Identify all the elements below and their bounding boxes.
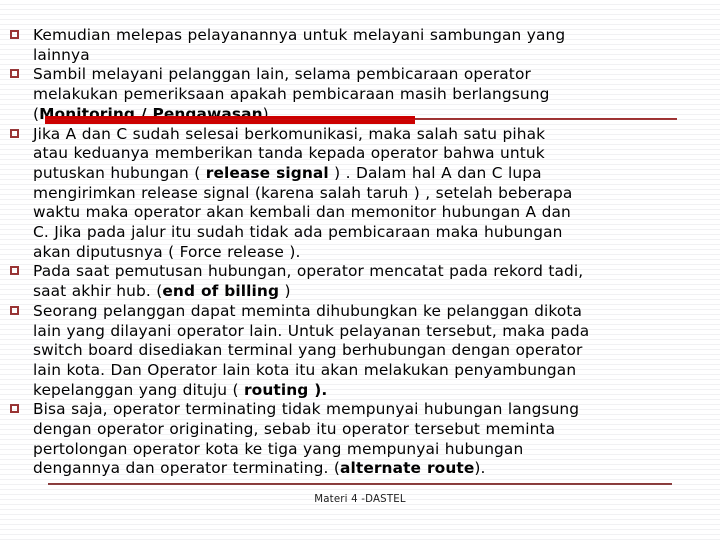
text-run: Bisa saja, operator terminating tidak me… xyxy=(33,400,580,419)
text-run: ). xyxy=(474,459,486,478)
text-run: akan diputusnya ( Force release ). xyxy=(33,242,301,261)
square-bullet-icon xyxy=(10,30,19,39)
text-run: waktu maka operator akan kembali dan mem… xyxy=(33,203,571,222)
text-line: lain yang dilayani operator lain. Untuk … xyxy=(33,322,710,342)
text-line: lainnya xyxy=(33,46,710,66)
list-item: Jika A dan C sudah selesai berkomunikasi… xyxy=(10,125,710,263)
text-line: Pada saat pemutusan hubungan, operator m… xyxy=(33,262,710,282)
square-bullet-icon xyxy=(10,266,19,276)
text-run: Jika A dan C sudah selesai berkomunikasi… xyxy=(33,124,546,143)
text-run: Sambil melayani pelanggan lain, selama p… xyxy=(33,65,531,84)
text-line: Seorang pelanggan dapat meminta dihubung… xyxy=(33,302,710,322)
text-line: melakukan pemeriksaan apakah pembicaraan… xyxy=(33,85,710,105)
list-item: Seorang pelanggan dapat meminta dihubung… xyxy=(10,302,710,401)
emphasis-text: end of billing xyxy=(162,282,280,301)
text-line: waktu maka operator akan kembali dan mem… xyxy=(33,203,710,223)
text-line: mengirimkan release signal (karena salah… xyxy=(33,184,710,204)
text-run: dengan operator originating, sebab itu o… xyxy=(33,420,556,439)
text-run: putuskan hubungan ( xyxy=(33,163,206,182)
text-line: Jika A dan C sudah selesai berkomunikasi… xyxy=(33,125,710,145)
footer-separator-rule xyxy=(48,483,672,485)
text-line: atau keduanya memberikan tanda kepada op… xyxy=(33,144,710,164)
text-run: mengirimkan release signal (karena salah… xyxy=(33,183,573,202)
list-item-text: Seorang pelanggan dapat meminta dihubung… xyxy=(33,302,710,401)
text-run: melakukan pemeriksaan apakah pembicaraan… xyxy=(33,85,550,104)
text-run: saat akhir hub. ( xyxy=(33,282,163,301)
emphasis-text: release signal xyxy=(205,163,329,182)
text-line: switch board disediakan terminal yang be… xyxy=(33,341,710,361)
text-run: kepelanggan yang dituju ( xyxy=(33,380,244,399)
text-run: Pada saat pemutusan hubungan, operator m… xyxy=(33,262,584,281)
text-line: dengannya dan operator terminating. (alt… xyxy=(33,459,710,479)
text-run: atau keduanya memberikan tanda kepada op… xyxy=(33,144,545,163)
text-run: dengannya dan operator terminating. ( xyxy=(33,459,341,478)
text-line: dengan operator originating, sebab itu o… xyxy=(33,420,710,440)
red-highlight-bar xyxy=(45,116,415,124)
text-run: ) xyxy=(279,282,291,301)
bullet-list: Kemudian melepas pelayanannya untuk mela… xyxy=(10,26,710,479)
text-run: lainnya xyxy=(33,45,90,64)
text-run: lain kota. Dan Operator lain kota itu ak… xyxy=(33,360,577,379)
text-run: lain yang dilayani operator lain. Untuk … xyxy=(33,321,590,340)
text-run: Seorang pelanggan dapat meminta dihubung… xyxy=(33,301,583,320)
text-line: pertolongan operator kota ke tiga yang m… xyxy=(33,440,710,460)
text-line: akan diputusnya ( Force release ). xyxy=(33,243,710,263)
text-run: switch board disediakan terminal yang be… xyxy=(33,341,583,360)
slide-content: Kemudian melepas pelayanannya untuk mela… xyxy=(0,0,720,540)
emphasis-text: routing ). xyxy=(243,380,328,399)
list-item: Kemudian melepas pelayanannya untuk mela… xyxy=(10,26,710,65)
text-line: Sambil melayani pelanggan lain, selama p… xyxy=(33,65,710,85)
list-item: Pada saat pemutusan hubungan, operator m… xyxy=(10,262,710,301)
square-bullet-icon xyxy=(10,305,19,315)
text-line: kepelanggan yang dituju ( routing ). xyxy=(33,381,710,401)
list-item-text: Bisa saja, operator terminating tidak me… xyxy=(33,400,710,479)
red-thin-rule xyxy=(415,118,677,120)
square-bullet-icon xyxy=(10,69,19,79)
list-item-text: Kemudian melepas pelayanannya untuk mela… xyxy=(33,26,710,65)
square-bullet-icon xyxy=(10,128,19,138)
text-run: ) . Dalam hal A dan C lupa xyxy=(328,163,542,182)
square-bullet-icon xyxy=(10,404,19,414)
text-run: C. Jika pada jalur itu sudah tidak ada p… xyxy=(33,223,563,242)
text-line: Kemudian melepas pelayanannya untuk mela… xyxy=(33,26,710,46)
list-item-text: Jika A dan C sudah selesai berkomunikasi… xyxy=(33,125,710,263)
text-line: putuskan hubungan ( release signal ) . D… xyxy=(33,164,710,184)
list-item: Bisa saja, operator terminating tidak me… xyxy=(10,400,710,479)
emphasis-text: alternate route xyxy=(340,459,475,478)
list-item-text: Pada saat pemutusan hubungan, operator m… xyxy=(33,262,710,301)
text-line: saat akhir hub. (end of billing ) xyxy=(33,282,710,302)
text-line: Bisa saja, operator terminating tidak me… xyxy=(33,400,710,420)
text-run: Kemudian melepas pelayanannya untuk mela… xyxy=(33,26,566,44)
text-line: C. Jika pada jalur itu sudah tidak ada p… xyxy=(33,223,710,243)
text-line: lain kota. Dan Operator lain kota itu ak… xyxy=(33,361,710,381)
footer-text: Materi 4 -DASTEL xyxy=(314,494,406,505)
text-run: pertolongan operator kota ke tiga yang m… xyxy=(33,439,524,458)
